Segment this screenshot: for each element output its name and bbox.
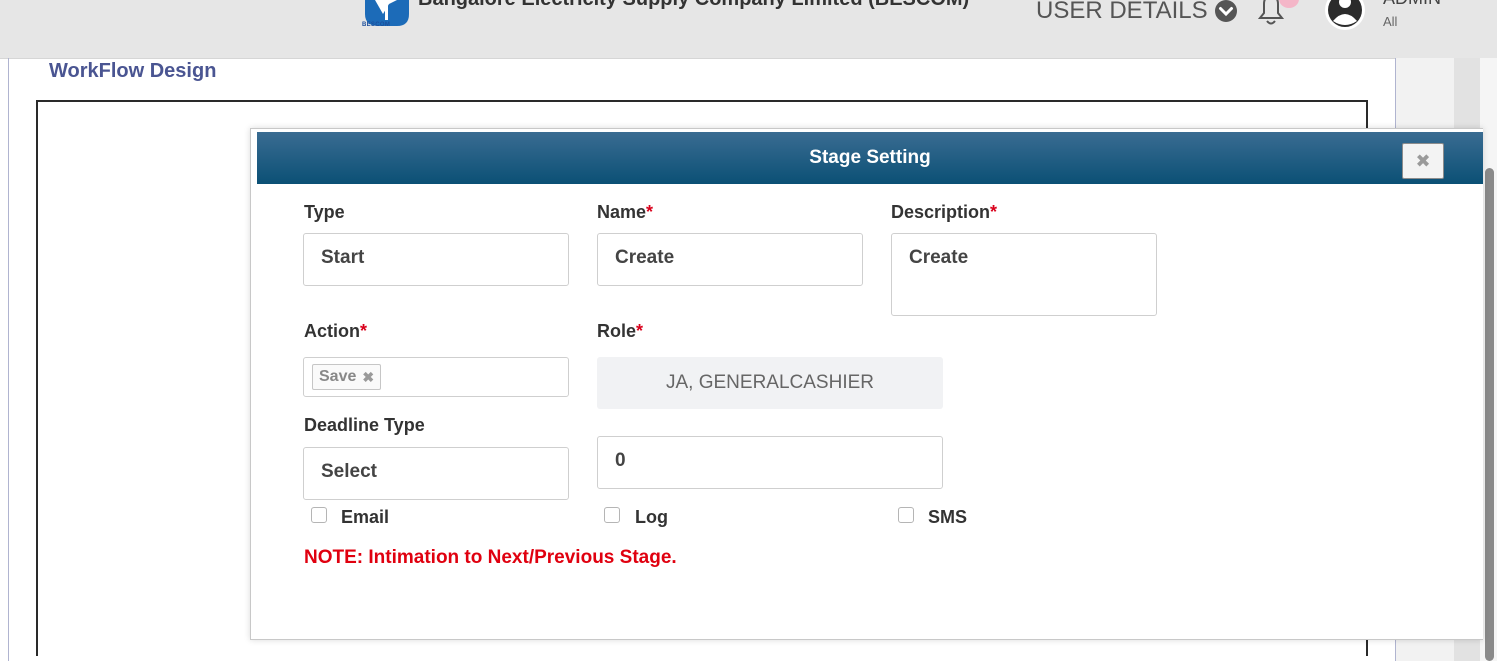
close-button[interactable]: ✖ bbox=[1402, 143, 1444, 179]
remove-tag-icon[interactable]: ✖ bbox=[362, 369, 374, 386]
sms-checkbox-label[interactable]: SMS bbox=[928, 507, 967, 528]
top-header: BESCOM Bangalore Electricity Supply Comp… bbox=[0, 0, 1497, 59]
deadline-value-input[interactable]: 0 bbox=[597, 436, 943, 489]
description-label: Description* bbox=[891, 202, 998, 222]
bescom-logo-icon bbox=[365, 0, 409, 26]
scrollbar-thumb[interactable] bbox=[1485, 168, 1494, 661]
user-name: ADMIN bbox=[1383, 0, 1441, 9]
dialog-header: Stage Setting ✖ bbox=[257, 132, 1483, 184]
stage-setting-dialog: Stage Setting ✖ Type Name* Description* … bbox=[250, 128, 1483, 640]
user-details-label: USER DETAILS bbox=[1036, 0, 1208, 24]
user-avatar-icon[interactable] bbox=[1322, 0, 1368, 32]
close-icon: ✖ bbox=[1415, 150, 1431, 171]
user-role: All bbox=[1383, 14, 1398, 29]
action-tag-label: Save bbox=[319, 368, 357, 385]
chevron-down-circle-icon bbox=[1214, 0, 1237, 22]
action-label: Action* bbox=[304, 321, 368, 341]
company-name: Bangalore Electricity Supply Company Lim… bbox=[418, 0, 969, 11]
deadline-type-select[interactable]: Select bbox=[303, 447, 569, 500]
action-multiselect[interactable]: Save ✖ bbox=[303, 357, 569, 397]
action-tag-save: Save ✖ bbox=[312, 364, 382, 390]
intimation-note: NOTE: Intimation to Next/Previous Stage. bbox=[304, 547, 677, 568]
type-label: Type bbox=[304, 202, 345, 222]
sms-checkbox[interactable] bbox=[898, 507, 914, 523]
log-checkbox[interactable] bbox=[604, 507, 620, 523]
log-checkbox-label[interactable]: Log bbox=[635, 507, 668, 528]
page-title: WorkFlow Design bbox=[49, 60, 217, 82]
left-border bbox=[8, 58, 9, 661]
description-textarea[interactable]: Create bbox=[891, 233, 1157, 316]
name-label: Name* bbox=[597, 202, 654, 222]
deadline-type-label: Deadline Type bbox=[304, 415, 425, 435]
logo-text: BESCOM bbox=[362, 22, 391, 28]
dialog-title: Stage Setting bbox=[809, 147, 931, 168]
type-field[interactable]: Start bbox=[303, 233, 569, 286]
email-checkbox-label[interactable]: Email bbox=[341, 507, 389, 528]
role-field[interactable]: JA, GENERALCASHIER bbox=[597, 357, 943, 409]
role-value: JA, GENERALCASHIER bbox=[666, 372, 874, 393]
name-input[interactable]: Create bbox=[597, 233, 863, 286]
email-checkbox[interactable] bbox=[311, 507, 327, 523]
role-label: Role* bbox=[597, 321, 644, 341]
user-details-menu[interactable]: USER DETAILS bbox=[1036, 0, 1238, 25]
